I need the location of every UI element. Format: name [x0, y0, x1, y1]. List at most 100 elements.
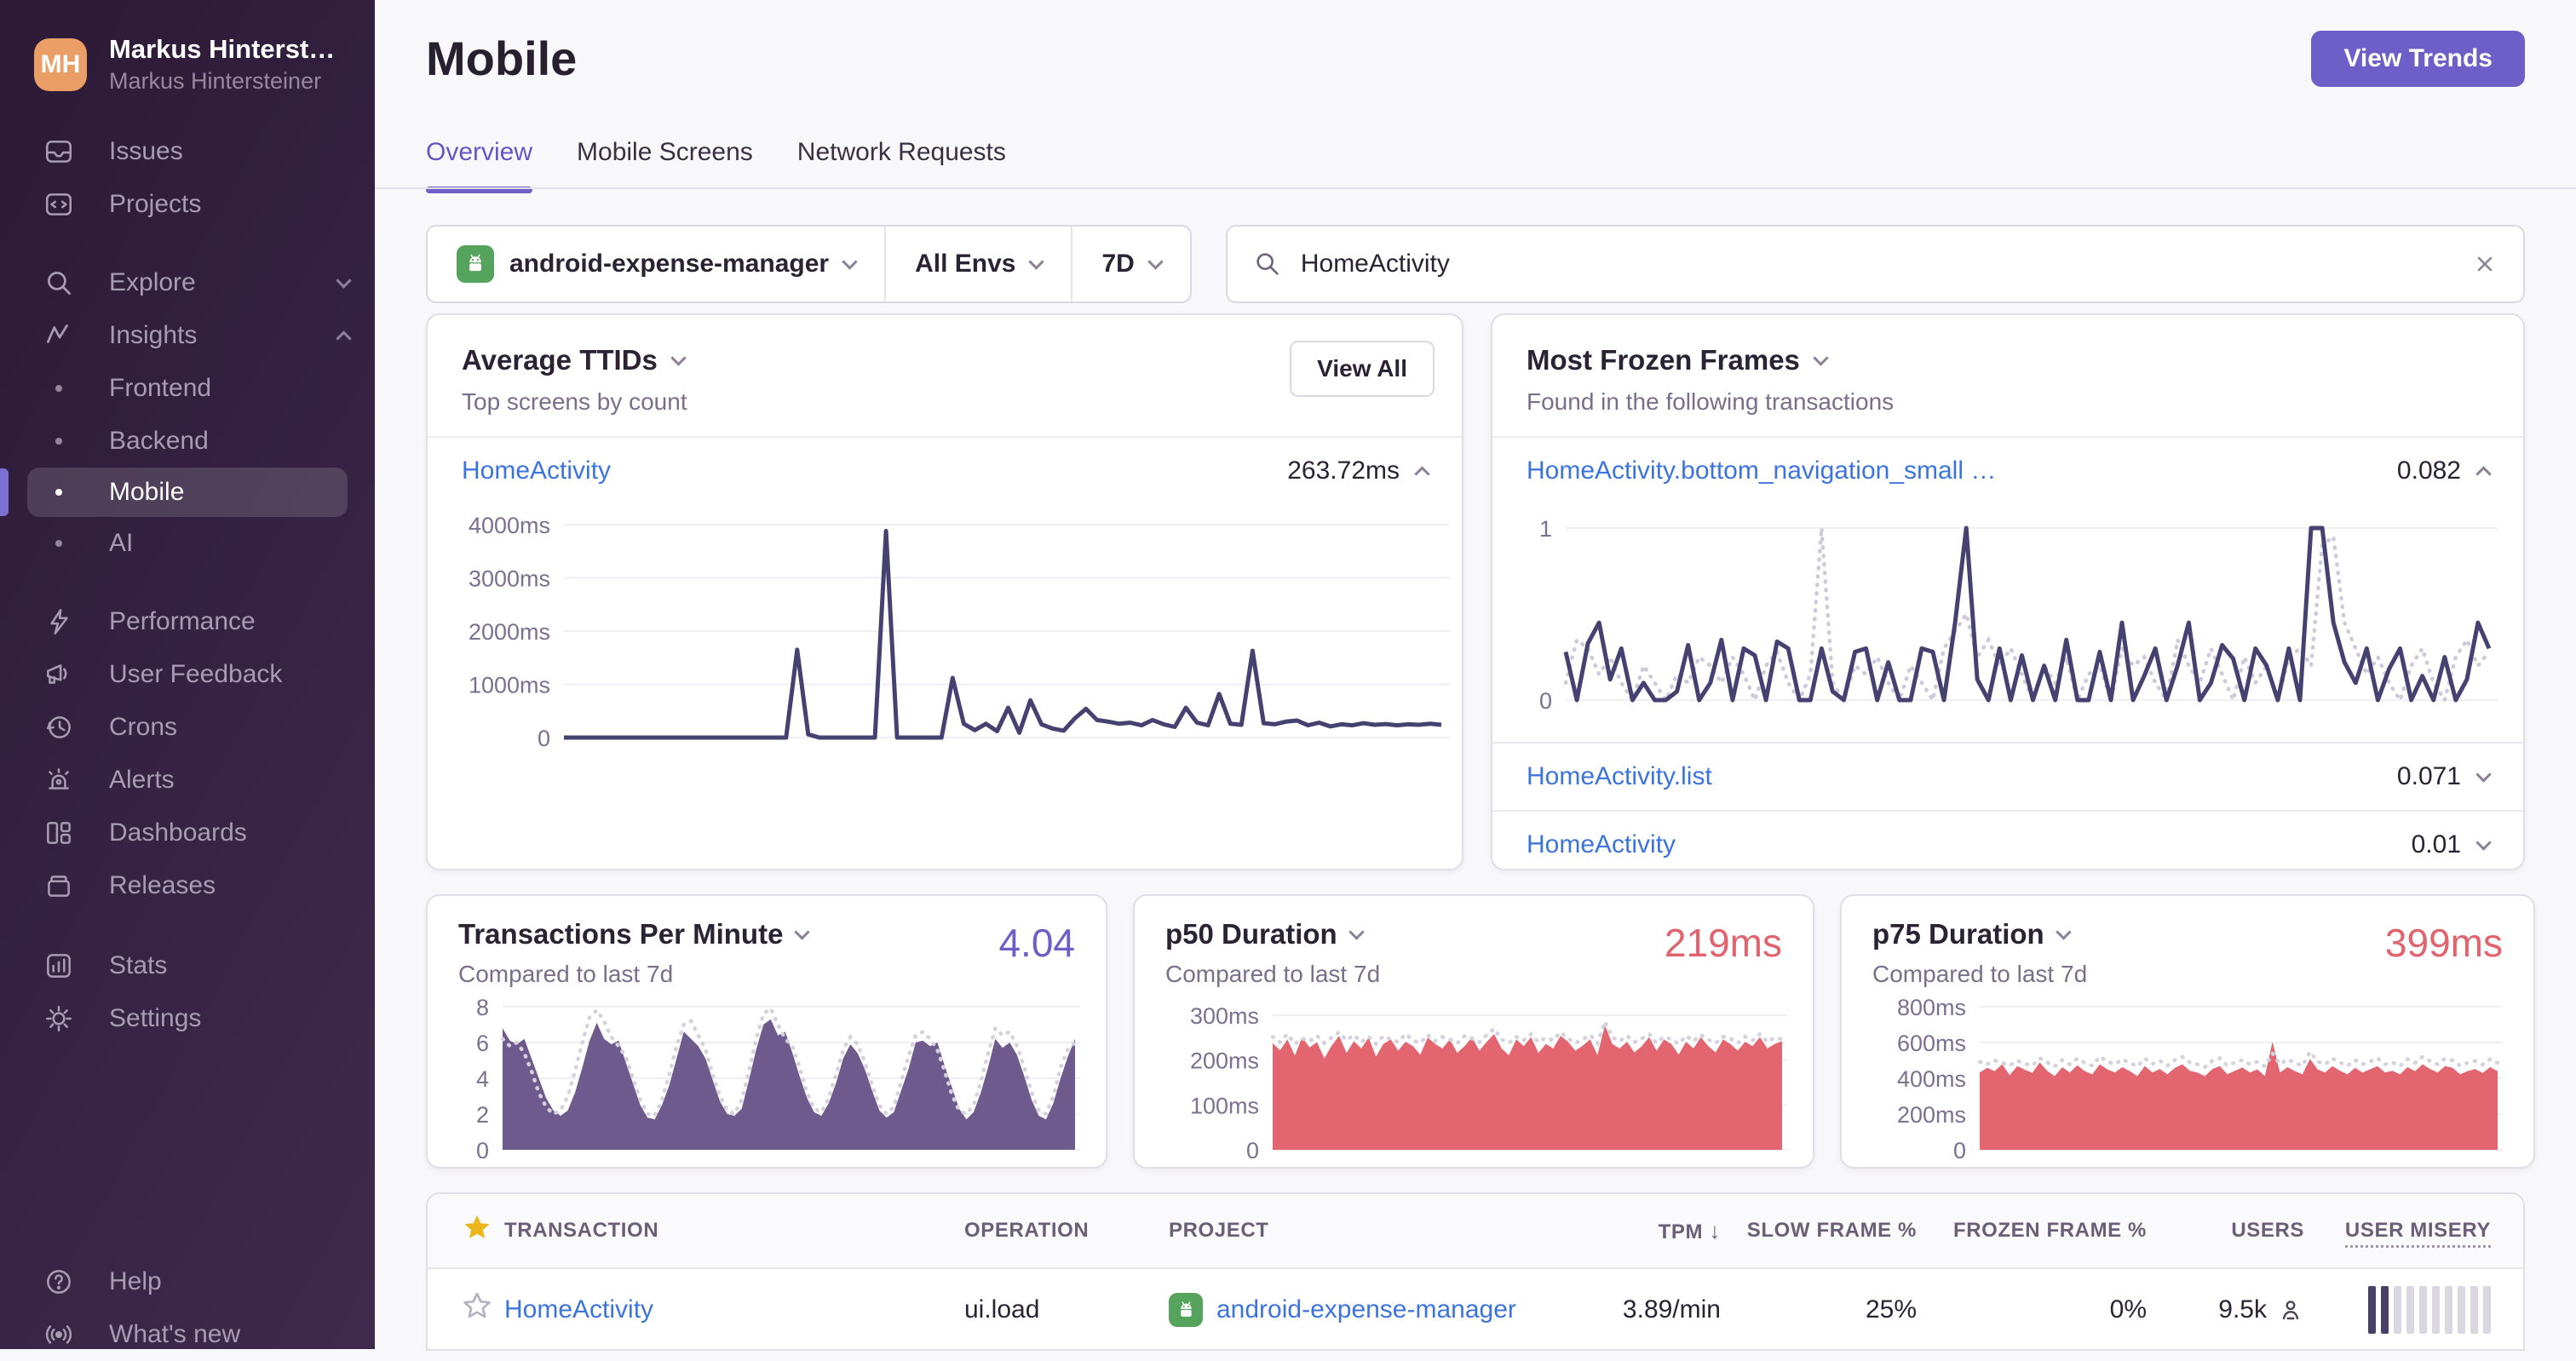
sidebar-item-dashboards[interactable]: Dashboards [0, 807, 375, 859]
average-ttids-title[interactable]: Average TTIDs [462, 344, 1428, 376]
project-link[interactable]: android-expense-manager [1216, 1295, 1516, 1324]
date-range-selector[interactable]: 7D [1071, 227, 1189, 301]
svg-text:2: 2 [476, 1102, 489, 1128]
frozen-frame-cell: 0% [2109, 1295, 2147, 1324]
sidebar-item-performance[interactable]: Performance [0, 595, 375, 648]
column-header-frozen-frame[interactable]: FROZEN FRAME % [1953, 1219, 2157, 1243]
siren-icon [49, 768, 69, 790]
environment-selector[interactable]: All Envs [884, 227, 1071, 301]
sidebar-item-projects[interactable]: Projects [0, 178, 375, 231]
star-column-header[interactable] [428, 1213, 504, 1249]
sidebar-item-issues[interactable]: Issues [0, 125, 375, 178]
expand-icon[interactable] [2475, 766, 2492, 783]
search-bar[interactable] [1225, 225, 2525, 303]
tpm-cell: 3.89/min [1622, 1295, 1721, 1324]
sidebar-item-frontend[interactable]: Frontend [0, 362, 375, 415]
org-user-menu[interactable]: MH Markus Hinterst… Markus Hintersteiner [34, 34, 351, 95]
svg-text:3000ms: 3000ms [469, 566, 550, 592]
sidebar-item-backend[interactable]: Backend [0, 415, 375, 468]
svg-text:1: 1 [1539, 516, 1552, 542]
tab-network-requests[interactable]: Network Requests [797, 138, 1006, 189]
p50-area-chart: 300ms 200ms 100ms 0 [1190, 1003, 1787, 1163]
user-name: Markus Hinterst… [109, 34, 336, 64]
p75-value: 399ms [2384, 921, 2503, 965]
megaphone-icon [47, 664, 67, 684]
sidebar-item-alerts[interactable]: Alerts [0, 754, 375, 807]
project-selector[interactable]: android-expense-manager [428, 227, 884, 301]
most-frozen-frames-subtitle: Found in the following transactions [1527, 388, 1895, 415]
chevron-down-icon [1028, 253, 1045, 270]
p50-duration-card: p50 Duration 219ms Compared to last 7d 3… [1133, 894, 1814, 1169]
project-selector-value: android-expense-manager [509, 250, 830, 278]
sidebar-item-label: Crons [109, 713, 178, 741]
svg-text:1000ms: 1000ms [469, 673, 550, 698]
svg-text:0: 0 [476, 1138, 489, 1163]
sidebar-item-explore[interactable]: Explore [0, 256, 375, 309]
collapse-icon[interactable] [2475, 465, 2492, 482]
column-header-project[interactable]: PROJECT [1169, 1219, 1561, 1243]
view-all-button[interactable]: View All [1290, 341, 1435, 397]
column-header-slow-frame[interactable]: SLOW FRAME % [1747, 1219, 1927, 1243]
tpm-area-chart: 8 6 4 2 0 [476, 995, 1080, 1163]
search-input[interactable] [1300, 250, 2453, 279]
collapse-icon[interactable] [1414, 465, 1430, 482]
sidebar-item-label: Dashboards [109, 818, 247, 847]
column-header-transaction[interactable]: TRANSACTION [504, 1219, 964, 1243]
chevron-down-icon [794, 923, 811, 940]
sidebar: MH Markus Hinterst… Markus Hintersteiner… [0, 0, 375, 1349]
transaction-link[interactable]: HomeActivity [504, 1295, 653, 1324]
column-header-tpm[interactable]: TPM ↓ [1659, 1218, 1731, 1244]
column-header-user-misery[interactable]: USER MISERY [2344, 1219, 2523, 1248]
p75-area-chart: 800ms 600ms 400ms 200ms 0 [1897, 995, 2503, 1163]
search-icon [1256, 253, 1279, 275]
sidebar-item-mobile[interactable]: Mobile [27, 468, 348, 517]
sidebar-item-releases[interactable]: Releases [0, 859, 375, 912]
bullet-icon [43, 385, 75, 392]
tpm-title[interactable]: Transactions Per Minute [458, 918, 1075, 950]
most-frozen-frames-card: Most Frozen Frames Found in the followin… [1491, 313, 2525, 870]
star-toggle[interactable] [428, 1291, 504, 1329]
transaction-link[interactable]: HomeActivity [462, 457, 611, 485]
clear-search-icon[interactable] [2472, 251, 2498, 277]
lightning-icon [50, 609, 68, 635]
svg-text:4000ms: 4000ms [469, 513, 550, 538]
column-header-users[interactable]: USERS [2231, 1219, 2314, 1243]
sidebar-item-ai[interactable]: AI [0, 517, 375, 570]
chevron-up-icon [336, 330, 352, 347]
android-platform-icon [1169, 1293, 1203, 1327]
most-frozen-frames-title[interactable]: Most Frozen Frames [1527, 344, 2489, 376]
svg-text:200ms: 200ms [1190, 1048, 1259, 1074]
chevron-down-icon [1147, 253, 1164, 270]
tab-bar: Overview Mobile Screens Network Requests [426, 138, 1006, 193]
svg-text:8: 8 [476, 996, 489, 1020]
frozen-row-2: HomeActivity.list 0.071 [1492, 742, 2523, 810]
header-divider [375, 187, 2576, 189]
transaction-link[interactable]: HomeActivity [1527, 830, 1676, 859]
sidebar-item-crons[interactable]: Crons [0, 701, 375, 754]
broadcast-icon [45, 1325, 72, 1344]
tab-mobile-screens[interactable]: Mobile Screens [577, 138, 753, 189]
chevron-down-icon [336, 272, 352, 289]
column-header-operation[interactable]: OPERATION [964, 1219, 1169, 1243]
sidebar-item-stats[interactable]: Stats [0, 939, 375, 992]
users-count: 9.5k [2218, 1295, 2267, 1324]
sidebar-item-settings[interactable]: Settings [0, 992, 375, 1045]
main-content: Mobile View Trends Overview Mobile Scree… [375, 0, 2576, 1351]
average-ttids-subtitle: Top screens by count [462, 388, 687, 415]
sidebar-item-user-feedback[interactable]: User Feedback [0, 648, 375, 701]
expand-icon[interactable] [2475, 834, 2492, 851]
sidebar-item-insights[interactable]: Insights [0, 309, 375, 362]
table-row: HomeActivity ui.load android-expense-man… [428, 1269, 2523, 1349]
transaction-link[interactable]: HomeActivity.list [1527, 762, 1712, 791]
transaction-link[interactable]: HomeActivity.bottom_navigation_small … [1527, 457, 1996, 485]
sidebar-item-help[interactable]: Help [0, 1255, 375, 1308]
p75-duration-card: p75 Duration 399ms Compared to last 7d 8… [1840, 894, 2535, 1169]
date-range-value: 7D [1101, 250, 1135, 278]
sidebar-item-whats-new[interactable]: What's new [0, 1308, 375, 1361]
view-trends-button[interactable]: View Trends [2311, 31, 2525, 87]
clock-icon [47, 716, 71, 738]
sidebar-item-label: Backend [109, 427, 209, 455]
tab-overview[interactable]: Overview [426, 138, 533, 193]
average-ttids-card: Average TTIDs Top screens by count View … [426, 313, 1463, 870]
inbox-icon [46, 141, 72, 163]
